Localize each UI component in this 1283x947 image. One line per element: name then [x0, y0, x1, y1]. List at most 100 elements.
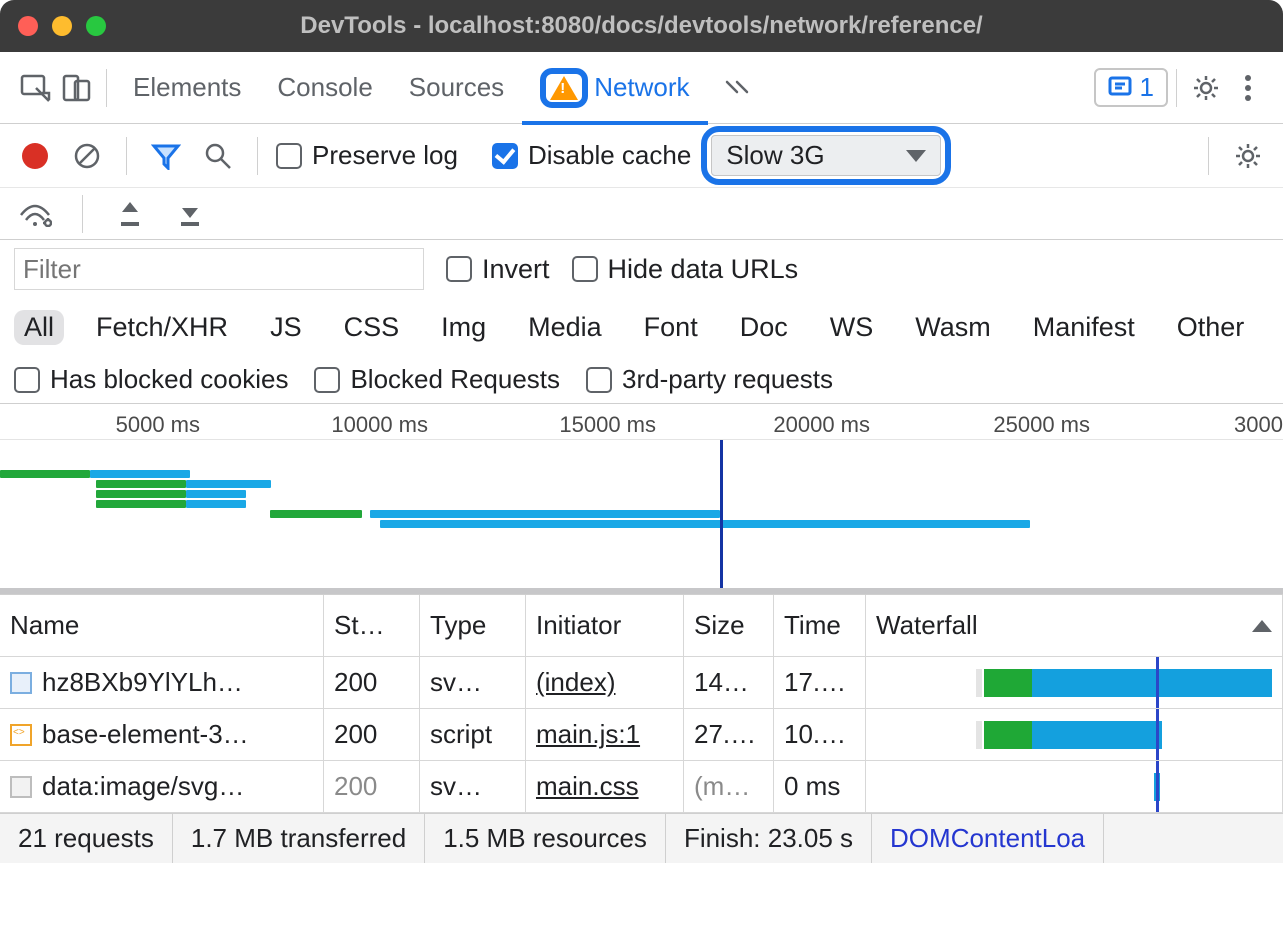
third-party-checkbox[interactable]: 3rd-party requests [586, 364, 833, 395]
export-har-icon[interactable] [109, 193, 151, 235]
devtools-main-tabs: Elements Console Sources Network 1 [0, 52, 1283, 124]
col-time[interactable]: Time [774, 595, 866, 657]
col-type[interactable]: Type [420, 595, 526, 657]
filter-input[interactable] [14, 248, 424, 290]
tab-network[interactable]: Network [522, 52, 707, 124]
tab-console[interactable]: Console [259, 52, 390, 124]
issues-button[interactable]: 1 [1094, 68, 1168, 107]
blocked-requests-checkbox[interactable]: Blocked Requests [314, 364, 560, 395]
status-transferred: 1.7 MB transferred [173, 814, 425, 863]
col-initiator[interactable]: Initiator [526, 595, 684, 657]
cell-time: 10.… [774, 709, 866, 761]
preserve-log-checkbox[interactable]: Preserve log [276, 140, 458, 171]
inspect-element-icon[interactable] [14, 67, 56, 109]
tab-label: Network [594, 72, 689, 103]
more-tabs-icon[interactable] [716, 67, 758, 109]
table-row[interactable]: hz8BXb9YlYLh… 200 sv… (index) 14… 17.… [0, 657, 1283, 709]
checkbox-label: Invert [482, 254, 550, 285]
initiator-link[interactable]: main.js:1 [536, 719, 640, 750]
col-size[interactable]: Size [684, 595, 774, 657]
initiator-link[interactable]: main.css [536, 771, 639, 802]
type-filter-img[interactable]: Img [431, 310, 496, 345]
clear-button[interactable] [66, 135, 108, 177]
blocked-cookies-checkbox[interactable]: Has blocked cookies [14, 364, 288, 395]
cell-type: sv… [420, 657, 526, 709]
table-header-row: Name St… Type Initiator Size Time Waterf… [0, 595, 1283, 657]
tab-elements[interactable]: Elements [115, 52, 259, 124]
cell-status: 200 [324, 761, 420, 813]
warning-icon [550, 76, 578, 100]
cell-initiator[interactable]: main.js:1 [526, 709, 684, 761]
table-row[interactable]: base-element-3… 200 script main.js:1 27.… [0, 709, 1283, 761]
col-label: Initiator [536, 610, 621, 641]
import-har-icon[interactable] [169, 193, 211, 235]
cell-status: 200 [324, 657, 420, 709]
record-button[interactable] [14, 135, 56, 177]
cell-initiator[interactable]: main.css [526, 761, 684, 813]
type-filter-manifest[interactable]: Manifest [1023, 310, 1145, 345]
type-filter-font[interactable]: Font [634, 310, 708, 345]
checkbox-label: 3rd-party requests [622, 364, 833, 395]
col-label: Size [694, 610, 745, 641]
throttling-select[interactable]: Slow 3G [711, 135, 941, 176]
type-filter-all[interactable]: All [14, 310, 64, 345]
separator [257, 137, 258, 175]
type-filter-css[interactable]: CSS [334, 310, 410, 345]
col-label: Type [430, 610, 486, 641]
cell-type: script [420, 709, 526, 761]
col-label: Name [10, 610, 79, 641]
table-row[interactable]: data:image/svg… 200 sv… main.css (m… 0 m… [0, 761, 1283, 813]
waterfall-marker [1156, 709, 1159, 760]
separator [1176, 69, 1177, 107]
col-label: St… [334, 610, 385, 641]
cell-text: hz8BXb9YlYLh… [42, 667, 243, 698]
ruler-tick: 5000 ms [116, 412, 200, 438]
cell-name: base-element-3… [0, 709, 324, 761]
issues-count: 1 [1140, 72, 1154, 103]
chevron-down-icon [906, 150, 926, 162]
hide-data-urls-checkbox[interactable]: Hide data URLs [572, 254, 799, 285]
type-filter-wasm[interactable]: Wasm [905, 310, 1001, 345]
filter-toggle-icon[interactable] [145, 135, 187, 177]
network-settings-icon[interactable] [1227, 135, 1269, 177]
status-finish: Finish: 23.05 s [666, 814, 872, 863]
device-toolbar-icon[interactable] [56, 67, 98, 109]
separator [126, 137, 127, 175]
cell-size: (m… [684, 761, 774, 813]
cell-name: hz8BXb9YlYLh… [0, 657, 324, 709]
type-filter-other[interactable]: Other [1167, 310, 1255, 345]
kebab-menu-icon[interactable] [1227, 67, 1269, 109]
ruler-tick: 25000 ms [993, 412, 1090, 438]
disable-cache-checkbox[interactable]: Disable cache [492, 140, 691, 171]
invert-checkbox[interactable]: Invert [446, 254, 550, 285]
settings-icon[interactable] [1185, 67, 1227, 109]
throttling-value: Slow 3G [726, 140, 824, 171]
window-title: DevTools - localhost:8080/docs/devtools/… [0, 12, 1283, 40]
overview-timeline[interactable]: 5000 ms 10000 ms 15000 ms 20000 ms 25000… [0, 404, 1283, 594]
type-filter-doc[interactable]: Doc [730, 310, 798, 345]
status-domcontentloaded[interactable]: DOMContentLoa [872, 814, 1104, 863]
checkbox-label: Preserve log [312, 140, 458, 171]
search-icon[interactable] [197, 135, 239, 177]
network-conditions-icon[interactable] [14, 193, 56, 235]
waterfall-marker [1156, 761, 1159, 812]
col-waterfall[interactable]: Waterfall [866, 595, 1283, 657]
ruler-tick: 3000 [1234, 412, 1283, 438]
titlebar: DevTools - localhost:8080/docs/devtools/… [0, 0, 1283, 52]
type-filter-media[interactable]: Media [518, 310, 612, 345]
type-filter-ws[interactable]: WS [820, 310, 884, 345]
separator [1208, 137, 1209, 175]
col-name[interactable]: Name [0, 595, 324, 657]
col-status[interactable]: St… [324, 595, 420, 657]
throttling-highlight: Slow 3G [701, 126, 951, 185]
tab-sources[interactable]: Sources [391, 52, 522, 124]
overview-bars [0, 440, 1283, 588]
cell-size: 27.… [684, 709, 774, 761]
type-filter-js[interactable]: JS [260, 310, 312, 345]
checkbox-label: Hide data URLs [608, 254, 799, 285]
initiator-link[interactable]: (index) [536, 667, 615, 698]
network-conditions-toolbar [0, 188, 1283, 240]
type-filter-fetch[interactable]: Fetch/XHR [86, 310, 238, 345]
record-icon [22, 143, 48, 169]
cell-initiator[interactable]: (index) [526, 657, 684, 709]
